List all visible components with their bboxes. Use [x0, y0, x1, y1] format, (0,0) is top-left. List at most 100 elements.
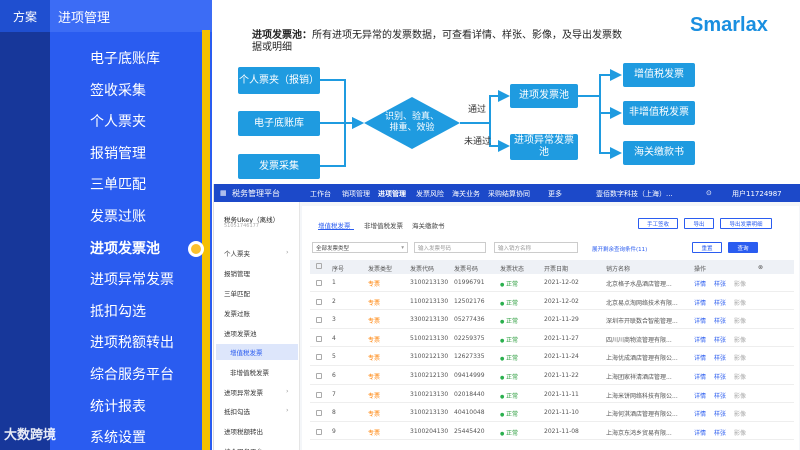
top-menu-2[interactable]: 进项管理 — [378, 189, 406, 199]
cell-1: 专票 — [368, 281, 381, 288]
export-button[interactable]: 导出 — [684, 218, 714, 229]
app-sidebar-item-7[interactable]: 进项异常发票 — [224, 387, 263, 397]
table-row[interactable]: 6 专票 3100212130 09414999 正常 2021-11-22 上海团家祥清酒… — [310, 368, 794, 385]
row-action-1[interactable]: 样张 — [714, 409, 726, 418]
nav-item-8[interactable]: 抵扣勾选 — [90, 301, 146, 321]
row-action-2[interactable]: 影像 — [734, 298, 746, 307]
row-action-1[interactable]: 样张 — [714, 335, 726, 344]
table-row[interactable]: 2 专票 1100213130 12502176 正常 2021-12-02 北京易点淘网络… — [310, 294, 794, 311]
app-sidebar-item-3[interactable]: 发票过账 — [224, 308, 250, 318]
app-sidebar-item-10[interactable]: 综合服务平台 — [224, 446, 263, 450]
app-sidebar-item-8[interactable]: 抵扣勾选 — [224, 406, 250, 416]
nav-item-12[interactable]: 系统设置 — [90, 427, 146, 447]
app-sidebar-item-9[interactable]: 进项税额转出 — [224, 426, 263, 436]
top-menu-5[interactable]: 采购结算协同 — [488, 189, 530, 199]
row-action-2[interactable]: 影像 — [734, 279, 746, 288]
row-action-2[interactable]: 影像 — [734, 316, 746, 325]
table-row[interactable]: 9 专票 3100204130 25445420 正常 2021-11-08 上海京东鸿乡贸… — [310, 424, 794, 441]
top-menu-6[interactable]: 更多 — [548, 189, 562, 199]
expand-filters-link[interactable]: 展开剩余查询条件(11) — [592, 245, 647, 253]
app-menu-icon[interactable]: ▦ — [220, 189, 227, 197]
cell-0: 1 — [332, 279, 336, 286]
column-settings-icon[interactable]: ⊗ — [758, 264, 763, 271]
top-menu-1[interactable]: 销项管理 — [342, 189, 370, 199]
search-button[interactable]: 查询 — [728, 242, 758, 253]
row-action-0[interactable]: 详情 — [694, 279, 706, 288]
cell-3: 01996791 — [454, 279, 485, 286]
nav-item-6[interactable]: 进项发票池 — [90, 238, 160, 258]
nav-item-9[interactable]: 进项税额转出 — [90, 332, 174, 352]
company-selector[interactable]: 壹佰数字科技（上海）... — [596, 189, 673, 199]
row-action-1[interactable]: 样张 — [714, 428, 726, 437]
row-checkbox[interactable] — [316, 391, 322, 400]
row-checkbox[interactable] — [316, 428, 322, 437]
invoice-number-input[interactable]: 输入发票号码 — [414, 242, 486, 253]
row-action-2[interactable]: 影像 — [734, 409, 746, 418]
row-action-0[interactable]: 详情 — [694, 353, 706, 362]
row-action-2[interactable]: 影像 — [734, 391, 746, 400]
row-action-2[interactable]: 影像 — [734, 353, 746, 362]
row-action-0[interactable]: 详情 — [694, 316, 706, 325]
invoice-type-select[interactable]: 全部发票类型 ▾ — [312, 242, 408, 253]
row-action-2[interactable]: 影像 — [734, 428, 746, 437]
table-row[interactable]: 3 专票 3300213130 05277436 正常 2021-11-29 深圳市开联数合… — [310, 312, 794, 329]
table-row[interactable]: 5 专票 3100212130 12627335 正常 2021-11-24 上海优成酒店管… — [310, 349, 794, 366]
export-detail-button[interactable]: 导出发票明细 — [720, 218, 772, 229]
nav-item-10[interactable]: 综合服务平台 — [90, 364, 174, 384]
app-sidebar-item-0[interactable]: 个人票夹 — [224, 248, 250, 258]
cell-2: 5100213130 — [410, 334, 449, 342]
app-sidebar-item-1[interactable]: 报销管理 — [224, 268, 250, 278]
manual-sign-button[interactable]: 手工签收 — [638, 218, 678, 229]
tab-non-vat[interactable]: 非增值税发票 — [364, 220, 403, 230]
flow-output-2: 非增值税发票 — [623, 101, 695, 125]
flow-output-3: 海关缴款书 — [623, 141, 695, 165]
row-action-0[interactable]: 详情 — [694, 409, 706, 418]
nav-item-5[interactable]: 发票过账 — [90, 206, 146, 226]
select-all-checkbox[interactable] — [316, 263, 322, 271]
app-sidebar-item-4[interactable]: 进项发票池 — [224, 328, 257, 338]
tab-customs[interactable]: 海关缴款书 — [412, 220, 445, 230]
row-action-1[interactable]: 样张 — [714, 353, 726, 362]
app-sidebar-item-5[interactable]: 增值税发票 — [216, 344, 298, 360]
row-action-1[interactable]: 样张 — [714, 372, 726, 381]
row-checkbox[interactable] — [316, 317, 322, 325]
row-action-0[interactable]: 详情 — [694, 335, 706, 344]
table-row[interactable]: 8 专票 3100213130 40410048 正常 2021-11-10 上海何淇酒店管… — [310, 405, 794, 422]
table-row[interactable]: 7 专票 3100213130 02018440 正常 2021-11-11 上海米饼网络科… — [310, 387, 794, 404]
top-menu-4[interactable]: 海关业务 — [452, 189, 480, 199]
reset-button[interactable]: 重置 — [692, 242, 722, 253]
row-action-1[interactable]: 样张 — [714, 391, 726, 400]
row-action-0[interactable]: 详情 — [694, 391, 706, 400]
row-action-2[interactable]: 影像 — [734, 335, 746, 344]
table-row[interactable]: 1 专票 3100213130 01996791 正常 2021-12-02 北京格子水晶酒… — [310, 275, 794, 292]
cell-4: 正常 — [500, 298, 518, 307]
row-checkbox[interactable] — [316, 280, 322, 288]
row-checkbox[interactable] — [316, 335, 322, 344]
row-action-1[interactable]: 样张 — [714, 316, 726, 325]
row-action-0[interactable]: 详情 — [694, 428, 706, 437]
row-action-1[interactable]: 样张 — [714, 279, 726, 288]
row-checkbox[interactable] — [316, 354, 322, 362]
app-sidebar-item-2[interactable]: 三单匹配 — [224, 288, 250, 298]
notification-icon[interactable]: ⊙ — [706, 189, 712, 197]
row-action-1[interactable]: 样张 — [714, 298, 726, 307]
cell-1: 专票 — [368, 318, 381, 326]
nav-item-11[interactable]: 统计报表 — [90, 396, 146, 416]
top-menu-3[interactable]: 发票风险 — [416, 189, 444, 199]
row-checkbox[interactable] — [316, 410, 322, 418]
cell-6: 四川川商物流管理有限... — [606, 336, 672, 344]
row-checkbox[interactable] — [316, 373, 322, 381]
row-action-0[interactable]: 详情 — [694, 372, 706, 381]
seller-name-input[interactable]: 输入销方名称 — [494, 242, 578, 253]
user-menu[interactable]: 用户11724987 — [732, 189, 782, 199]
nav-item-7[interactable]: 进项异常发票 — [90, 269, 174, 289]
row-action-0[interactable]: 详情 — [694, 298, 706, 307]
top-menu-0[interactable]: 工作台 — [310, 189, 331, 199]
app-topbar: ▦ 税务管理平台 工作台 销项管理 进项管理 发票风险 海关业务 采购结算协同 … — [214, 184, 800, 202]
app-sidebar-item-6[interactable]: 非增值税发票 — [230, 367, 269, 377]
cell-4: 正常 — [500, 409, 518, 418]
row-action-2[interactable]: 影像 — [734, 372, 746, 381]
flow-output-1: 增值税发票 — [623, 63, 695, 87]
table-row[interactable]: 4 专票 5100213130 02259375 正常 2021-11-27 四川川商物流管… — [310, 331, 794, 348]
row-checkbox[interactable] — [316, 298, 322, 307]
